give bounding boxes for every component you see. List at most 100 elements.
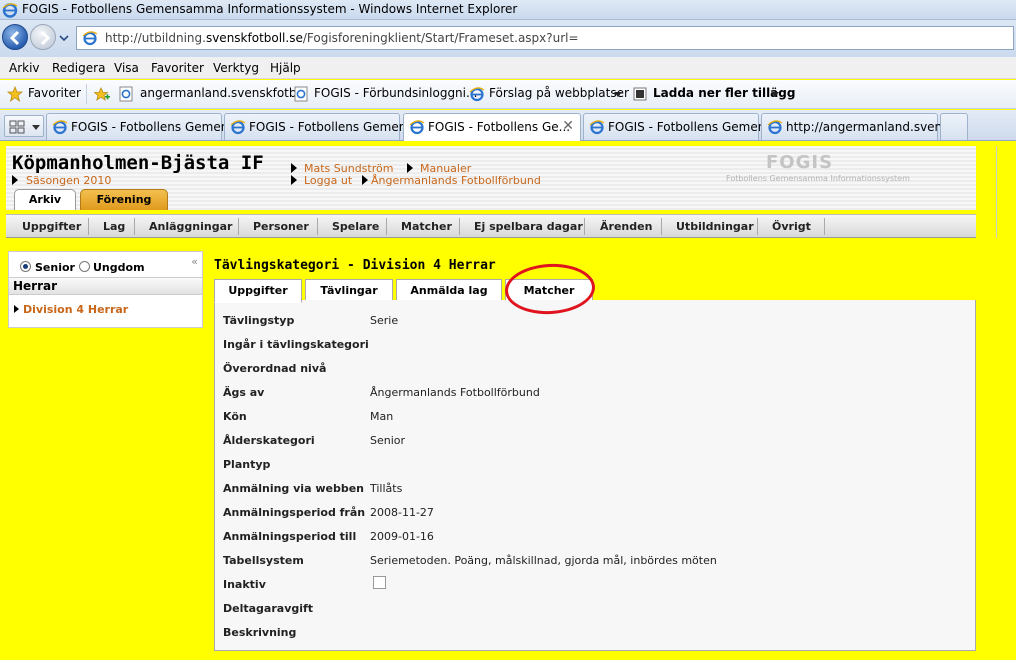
field-label: Ingår i tävlingskategori [223,338,369,351]
favorite-fogis-login[interactable]: FOGIS - Förbundsinloggni... [314,86,477,100]
ie-logo-icon [52,120,68,135]
field-label: Anmälningsperiod från [223,506,366,519]
field-row: Inaktiv [223,576,963,598]
browser-tab-2[interactable]: FOGIS - Fotbollens Gemen... [224,113,418,140]
favorite-angermanland[interactable]: angermanland.svenskfotb... [140,86,308,100]
menu-arenden[interactable]: Ärenden [600,220,652,233]
field-row: Plantyp [223,458,963,478]
menu-separator [757,218,758,235]
radio-senior[interactable] [20,261,31,272]
star-icon [7,86,23,102]
tab-uppgifter[interactable]: Uppgifter [214,279,302,303]
tab-anmalda-lag[interactable]: Anmälda lag [396,279,502,301]
field-value: 2009-01-16 [370,530,434,543]
menu-utbildningar[interactable]: Utbildningar [676,220,754,233]
add-favorite-icon[interactable] [94,86,110,102]
main-menu: Uppgifter Lag Anläggningar Personer Spel… [6,214,976,238]
menu-anlaggningar[interactable]: Anläggningar [149,220,232,233]
close-tab-icon[interactable]: ✕ [562,118,574,134]
menu-favoriter[interactable]: Favoriter [151,61,204,75]
favorite-suggested-sites[interactable]: Förslag på webbplatser [489,86,629,100]
favorites-bar: Favoriter angermanland.svenskfotb... FOG… [0,80,1016,109]
favbar-divider [86,84,87,104]
divider [996,146,997,238]
browser-tab-label: FOGIS - Fotbollens Gemen... [71,120,240,134]
group-header: Herrar [9,277,202,295]
field-label: Kön [223,410,247,423]
addon-icon [633,87,647,101]
menu-hjalp[interactable]: Hjälp [270,61,301,75]
ie-logo-icon [409,120,425,135]
field-label: Anmälning via webben [223,482,364,495]
menu-ovrigt[interactable]: Övrigt [772,220,811,233]
browser-tab-bar: FOGIS - Fotbollens Gemen... FOGIS - Fotb… [0,110,1016,141]
field-row: Kön Man [223,410,963,430]
menu-uppgifter[interactable]: Uppgifter [22,220,81,233]
browser-tab-label: FOGIS - Fotbollens Gemen... [608,120,777,134]
tab-matcher[interactable]: Matcher [505,279,593,301]
field-row: Överordnad nivå [223,362,963,382]
radio-ungdom-label: Ungdom [93,261,145,274]
field-value: Serie [370,314,399,327]
browser-tab-1[interactable]: FOGIS - Fotbollens Gemen... [46,113,240,140]
field-row: Ägs av Ångermanlands Fotbollförbund [223,386,963,406]
competition-link[interactable]: Division 4 Herrar [23,303,128,316]
field-label: Tävlingstyp [223,314,295,327]
menu-spelare[interactable]: Spelare [332,220,379,233]
collapse-icon[interactable]: « [191,255,198,268]
field-value: Seriemetoden. Poäng, målskillnad, gjorda… [370,554,717,567]
field-row: Anmälningsperiod från 2008-11-27 [223,506,963,526]
browser-tab-4[interactable]: FOGIS - Fotbollens Gemen... [583,113,777,140]
menu-separator [317,218,318,235]
menu-matcher[interactable]: Matcher [401,220,452,233]
section-tab-arkiv[interactable]: Arkiv [14,189,76,210]
menu-ej-spelbara-dagar[interactable]: Ej spelbara dagar [474,220,583,233]
menu-personer[interactable]: Personer [253,220,309,233]
ie-logo-icon [2,3,18,18]
menu-separator [584,218,585,235]
address-row: http://utbildning.svenskfotboll.se/Fogis… [0,20,1016,57]
inactive-checkbox[interactable] [373,576,386,589]
fogis-logo-subtitle: Fotbollens Gemensamma Informationssystem [726,174,910,183]
address-bar[interactable]: http://utbildning.svenskfotboll.se/Fogis… [76,26,1014,50]
chevron-down-icon[interactable] [771,92,779,98]
browser-tab-label: FOGIS - Fotbollens Gemen... [249,120,418,134]
new-tab-button[interactable] [940,113,968,140]
url-text: http://utbildning.svenskfotboll.se/Fogis… [105,31,579,45]
menu-verktyg[interactable]: Verktyg [213,61,259,75]
browser-tab-3-active[interactable]: FOGIS - Fotbollens Ge... ✕ [403,113,581,141]
section-tab-forening[interactable]: Förening [80,189,168,210]
field-value: Ångermanlands Fotbollförbund [370,386,540,399]
fogis-logo: FOGIS [766,152,834,173]
field-value: Senior [370,434,406,447]
quick-tabs-icon [9,120,25,134]
browser-tab-5[interactable]: http://angermanland.sven... [761,113,954,140]
browser-tab-label: http://angermanland.sven... [786,120,954,134]
tab-tavlingar[interactable]: Tävlingar [305,279,393,301]
season-link[interactable]: Säsongen 2010 [26,174,111,187]
field-row: Beskrivning [223,626,963,646]
federation-link[interactable]: Ångermanlands Fotbollförbund [371,174,541,187]
history-dropdown-icon[interactable] [59,34,69,42]
chevron-down-icon[interactable] [614,92,622,98]
back-button[interactable] [2,24,28,50]
field-row: Tävlingstyp Serie [223,314,963,334]
menu-redigera[interactable]: Redigera [52,61,105,75]
menu-visa[interactable]: Visa [114,61,139,75]
forward-button[interactable] [30,24,56,50]
field-label: Anmälningsperiod till [223,530,357,543]
field-label: Inaktiv [223,578,266,591]
menu-separator [661,218,662,235]
field-label: Ålderskategori [223,434,315,447]
menu-arkiv[interactable]: Arkiv [9,61,40,75]
logout-link[interactable]: Logga ut [304,174,352,187]
field-row: Ålderskategori Senior [223,434,963,454]
menu-separator [459,218,460,235]
arrow-left-icon [9,30,20,46]
favorites-button[interactable]: Favoriter [28,86,81,100]
menu-lag[interactable]: Lag [103,220,125,233]
window-titlebar: FOGIS - Fotbollens Gemensamma Informatio… [0,0,1016,20]
menu-separator [88,218,89,235]
quick-tabs-button[interactable] [4,115,44,137]
radio-ungdom[interactable] [79,261,90,272]
